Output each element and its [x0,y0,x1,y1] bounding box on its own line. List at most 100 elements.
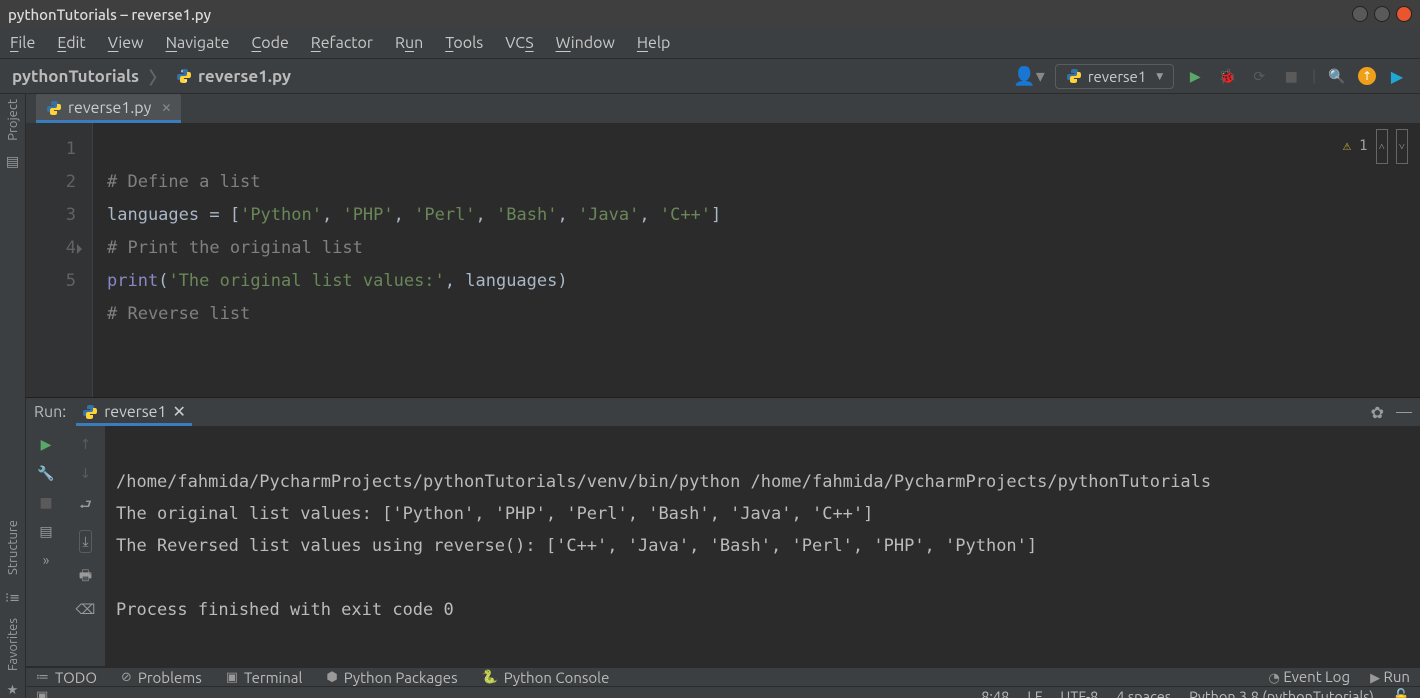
settings-icon[interactable]: ✿ [1371,403,1384,422]
pyconsole-tab[interactable]: 🐍Python Console [482,669,610,686]
caret-position[interactable]: 8:48 [981,688,1009,698]
update-available-icon[interactable]: ↑ [1358,67,1376,85]
code-string: 'Java' [578,205,639,225]
terminal-tab[interactable]: ▣Terminal [226,669,303,686]
breadcrumb-sep: 〉 [149,64,166,89]
structure-toolwindow-tab[interactable]: Structure [6,520,20,575]
code-op: ( [158,271,168,291]
run-config-selector[interactable]: reverse1 ▼ [1055,64,1174,89]
favorites-toolwindow-tab[interactable]: Favorites [6,618,20,671]
console-output[interactable]: /home/fahmida/PycharmProjects/pythonTuto… [106,426,1420,666]
menu-bar: File Edit View Navigate Code Refactor Ru… [0,28,1420,58]
code-comment: # Define a list [107,172,261,192]
clear-icon[interactable]: ⌫ [76,601,96,618]
project-toolwindow-tab[interactable]: Project [6,99,20,141]
runtool-label: Run [1384,668,1410,685]
editor-tab-reverse1[interactable]: reverse1.py ✕ [36,94,181,123]
project-folder-icon[interactable]: ▤ [6,153,19,170]
runtool-tab[interactable]: ▶ Run [1370,668,1410,686]
profile-icon[interactable]: 👤▾ [1013,66,1044,87]
menu-run[interactable]: Run [395,34,423,52]
structure-icon[interactable]: ⁝≡ [5,591,20,606]
layout-icon[interactable]: ▤ [39,523,52,540]
code-string: 'PHP' [342,205,393,225]
menu-edit[interactable]: Edit [57,34,85,52]
debug-button[interactable]: 🐞 [1216,65,1238,87]
breadcrumb[interactable]: pythonTutorials 〉 reverse1.py [12,64,291,89]
up-stack-icon[interactable]: ↑ [80,436,92,453]
run-tab[interactable]: reverse1 ✕ [76,398,192,426]
line-number: 2 [26,166,76,199]
softwrap-icon[interactable]: ⮐ [79,494,92,518]
nav-down-icon[interactable]: ˅ [1396,129,1408,164]
menu-window[interactable]: Window [556,34,615,52]
code-op: ] [711,205,721,225]
menu-navigate[interactable]: Navigate [166,34,230,52]
search-everywhere-icon[interactable]: 🔍 [1326,65,1348,87]
close-runtab-icon[interactable]: ✕ [173,402,186,421]
maximize-button[interactable] [1374,6,1390,22]
menu-file[interactable]: File [10,34,35,52]
statusbar-left-icon[interactable]: ▣ [36,689,48,698]
breadcrumb-project[interactable]: pythonTutorials [12,67,139,86]
navigation-toolbar: pythonTutorials 〉 reverse1.py 👤▾ reverse… [0,58,1420,94]
print-icon[interactable]: 🖶 [79,565,92,589]
eventlog-tab[interactable]: ◔ Event Log [1269,668,1351,686]
ide-scripting-icon[interactable]: ▶ [1386,65,1408,87]
code-string: 'The original list values:' [168,271,444,291]
minimize-button[interactable] [1352,6,1368,22]
code-area[interactable]: # Define a list languages = ['Python', '… [92,123,1420,397]
packages-label: Python Packages [344,669,458,686]
console-line: The original list values: ['Python', 'PH… [116,504,873,524]
stop-button[interactable]: ■ [1280,65,1302,87]
packages-tab[interactable]: ⬢Python Packages [326,669,457,686]
menu-vcs[interactable]: VCS [505,34,533,52]
python-file-icon [176,68,192,84]
rerun-button[interactable]: ▶ [41,436,52,453]
favorites-icon[interactable]: ★ [7,683,19,698]
scrolltoend-icon[interactable]: ⤓ [79,530,91,553]
return-icon[interactable]: » [43,552,50,568]
menu-code[interactable]: Code [251,34,288,52]
bottom-toolwindows: ≔TODO ⊘Problems ▣Terminal ⬢Python Packag… [26,667,1420,686]
close-tab-icon[interactable]: ✕ [161,101,171,115]
todo-tab[interactable]: ≔TODO [36,669,97,686]
inspection-indicator[interactable]: ⚠ 1 ˄ ˅ [1343,129,1408,164]
menu-tools[interactable]: Tools [445,34,483,52]
console-line: The Reversed list values using reverse()… [116,536,1037,556]
run-label: Run: [34,403,66,421]
run-config-name: reverse1 [1088,68,1146,85]
python-interpreter[interactable]: Python 3.8 (pythonTutorials) [1189,688,1374,698]
console-line: /home/fahmida/PycharmProjects/pythonTuto… [116,472,1211,492]
main-area: reverse1.py ✕ 1 2 3 4 5 # Define a list … [26,94,1420,698]
down-stack-icon[interactable]: ↓ [80,465,92,482]
code-string: 'Python' [240,205,322,225]
dropdown-icon: ▼ [1156,71,1163,82]
menu-help[interactable]: Help [637,34,671,52]
run-left-controls: ▶ 🔧 ■ ▤ » [26,426,66,666]
run-button[interactable]: ▶ [1184,65,1206,87]
code-op: = [ [209,205,240,225]
breadcrumb-file[interactable]: reverse1.py [198,67,291,86]
menu-refactor[interactable]: Refactor [311,34,373,52]
problems-tab[interactable]: ⊘Problems [121,669,202,686]
menu-view[interactable]: View [108,34,144,52]
minimize-panel-icon[interactable]: — [1396,403,1412,422]
eventlog-label: Event Log [1283,668,1350,685]
line-separator[interactable]: LF [1027,688,1042,698]
stop-run-button[interactable]: ■ [39,494,52,511]
coverage-button[interactable]: ⟳ [1248,65,1270,87]
readonly-lock-icon[interactable]: 🔓 [1392,687,1410,698]
code-comment: # Reverse list [107,304,250,324]
code-string: 'C++' [660,205,711,225]
code-funcname: print [107,271,158,291]
code-op: , languages) [445,271,568,291]
close-button[interactable] [1396,6,1412,22]
wrench-icon[interactable]: 🔧 [37,465,54,482]
pyconsole-label: Python Console [504,669,610,686]
nav-up-icon[interactable]: ˄ [1376,129,1388,164]
code-editor[interactable]: 1 2 3 4 5 # Define a list languages = ['… [26,123,1420,397]
indent-setting[interactable]: 4 spaces [1116,688,1171,698]
window-title: pythonTutorials – reverse1.py [8,6,211,23]
file-encoding[interactable]: UTF-8 [1060,688,1098,698]
